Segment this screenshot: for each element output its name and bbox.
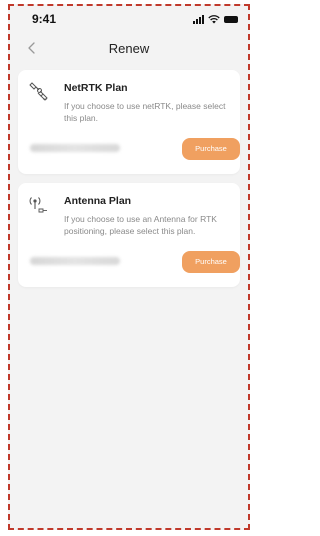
page-title: Renew — [108, 41, 150, 56]
purchase-button-netrtk[interactable]: Purchase — [182, 138, 240, 160]
plan-description: If you choose to use netRTK, please sele… — [64, 101, 226, 123]
satellite-icon — [29, 82, 48, 101]
purchase-button-antenna[interactable]: Purchase — [182, 251, 240, 273]
phone-frame: 9:41 Renew NetRTK Plan If you choose to … — [8, 4, 250, 530]
plan-price-blurred — [30, 257, 120, 265]
nav-bar: Renew — [10, 32, 248, 66]
plan-title: NetRTK Plan — [64, 82, 128, 94]
status-bar: 9:41 — [10, 6, 248, 32]
plan-card-antenna: Antenna Plan If you choose to use an Ant… — [18, 183, 240, 287]
plan-card-netrtk: NetRTK Plan If you choose to use netRTK,… — [18, 70, 240, 174]
wifi-icon — [208, 15, 220, 24]
plan-description: If you choose to use an Antenna for RTK … — [64, 214, 217, 236]
status-icons — [193, 14, 238, 24]
antenna-icon — [29, 197, 47, 213]
plan-title: Antenna Plan — [64, 195, 132, 207]
signal-icon — [193, 15, 204, 24]
battery-icon — [224, 16, 238, 23]
plan-price-blurred — [30, 144, 120, 152]
status-time: 9:41 — [32, 12, 57, 26]
